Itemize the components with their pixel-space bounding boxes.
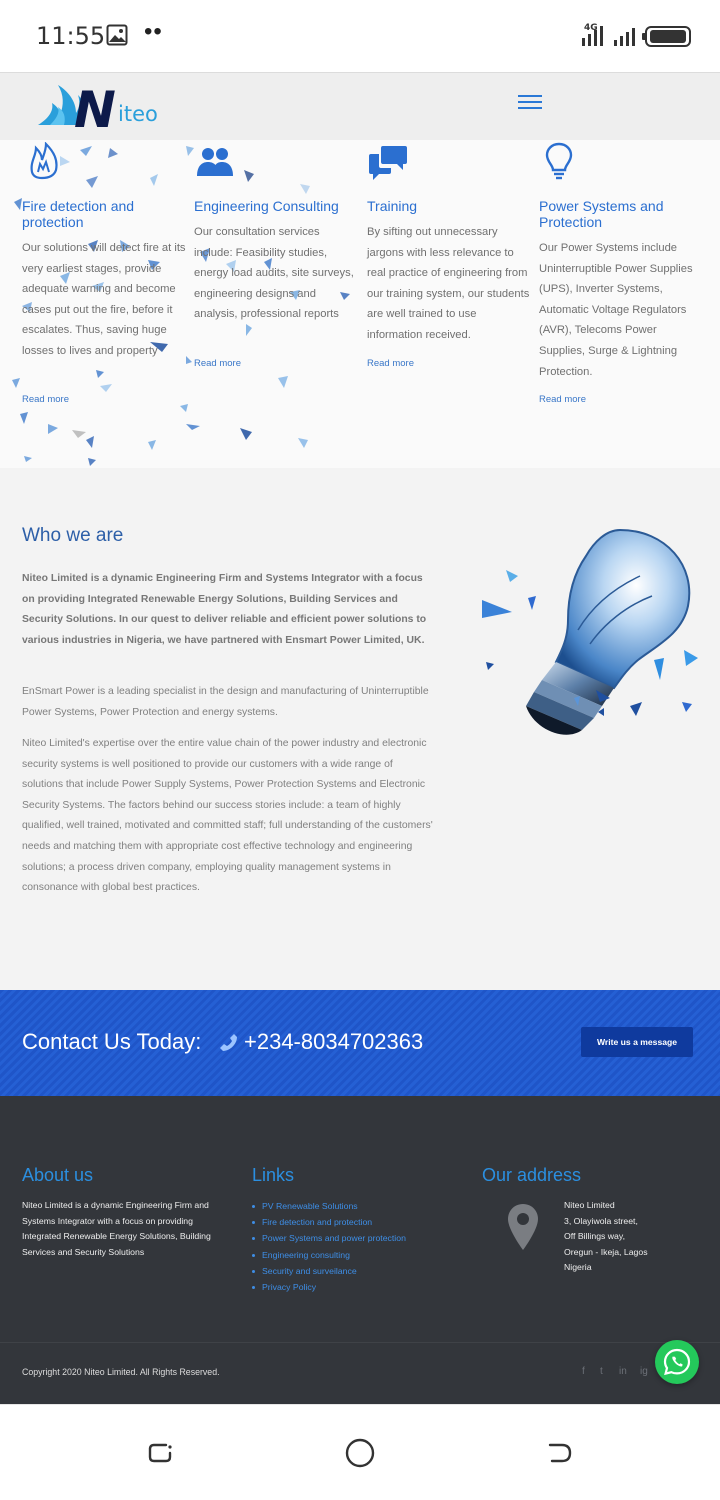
chat-bubbles-icon: [369, 146, 407, 180]
services-section: Fire detection and protection Our soluti…: [0, 140, 720, 468]
service-title: Engineering Consulting: [194, 198, 339, 214]
service-title: Training: [367, 198, 418, 214]
facebook-icon[interactable]: f: [582, 1366, 585, 1377]
footer-address: Niteo Limited 3, Olayiwola street, Off B…: [564, 1198, 694, 1276]
footer-link[interactable]: Privacy Policy: [252, 1279, 406, 1295]
address-line: Oregun - Ikeja, Lagos: [564, 1246, 648, 1257]
who-paragraph-3: Niteo Limited's expertise over the entir…: [22, 738, 433, 894]
write-message-button[interactable]: Write us a message: [581, 1027, 693, 1057]
footer-link[interactable]: Power Systems and power protection: [252, 1230, 406, 1246]
footer-link[interactable]: PV Renewable Solutions: [252, 1198, 406, 1214]
instagram-icon[interactable]: ig: [640, 1366, 648, 1377]
lightbulb-illustration: [482, 528, 698, 735]
contact-phone-link[interactable]: +234-8034702363: [244, 1029, 423, 1055]
hamburger-menu-icon[interactable]: [518, 95, 542, 115]
back-icon[interactable]: [544, 1437, 576, 1469]
read-more-link[interactable]: Read more: [22, 394, 69, 405]
address-line: Off Billings way,: [564, 1231, 625, 1242]
twitter-icon[interactable]: t: [600, 1366, 603, 1377]
service-text: Our solutions will detect fire at its ve…: [22, 242, 186, 357]
footer-links-list: PV Renewable Solutions Fire detection an…: [252, 1198, 406, 1295]
service-text: Our Power Systems include Uninterruptibl…: [539, 242, 693, 378]
footer-address-title: Our address: [482, 1165, 582, 1185]
service-text: By sifting out unnecessary jargons with …: [367, 226, 530, 341]
fire-icon: [30, 142, 58, 180]
read-more-link[interactable]: Read more: [194, 358, 241, 369]
service-title: Power Systems and Protection: [539, 198, 664, 230]
who-intro-bold: Niteo Limited is a dynamic Engineering F…: [22, 573, 427, 646]
footer-link[interactable]: Security and surveilance: [252, 1263, 406, 1279]
phone-icon: [220, 1034, 237, 1051]
address-line: Nigeria: [564, 1262, 592, 1273]
map-pin-icon: [508, 1204, 538, 1250]
android-nav-bar: [0, 1404, 720, 1500]
address-line: Niteo Limited: [564, 1200, 615, 1210]
footer-links-title: Links: [252, 1165, 295, 1185]
signal-battery-icon: 4G: [582, 23, 691, 47]
image-notification-icon: [106, 24, 128, 46]
users-icon: [197, 148, 233, 176]
section-title: Who we are: [22, 525, 124, 546]
read-more-link[interactable]: Read more: [367, 358, 414, 369]
footer-divider: [0, 1342, 720, 1343]
service-text: Our consultation services include: Feasi…: [194, 226, 354, 321]
footer-about-title: About us: [22, 1165, 94, 1185]
footer-link[interactable]: Fire detection and protection: [252, 1214, 406, 1230]
notification-dots: ••: [144, 18, 163, 45]
logo-letter: N: [74, 81, 116, 133]
who-paragraph-2: EnSmart Power is a leading specialist in…: [22, 686, 429, 718]
home-icon[interactable]: [344, 1437, 376, 1469]
contact-label: Contact Us Today:: [22, 1029, 202, 1054]
contact-band: Contact Us Today: +234-8034702363 Write …: [0, 990, 720, 1096]
recent-apps-icon[interactable]: [144, 1437, 176, 1469]
page: 11:55 •• 4G N iteo Fire detection and pr…: [0, 0, 720, 1500]
whatsapp-chat-button[interactable]: [655, 1340, 699, 1384]
address-line: 3, Olayiwola street,: [564, 1215, 638, 1226]
who-we-are-section: Who we are Niteo Limited is a dynamic En…: [0, 468, 720, 990]
lightbulb-icon: [545, 142, 573, 180]
copyright-text: Copyright 2020 Niteo Limited. All Rights…: [22, 1367, 220, 1377]
footer-about-text: Niteo Limited is a dynamic Engineering F…: [22, 1200, 211, 1257]
status-bar: 11:55 •• 4G: [0, 0, 720, 72]
footer-link[interactable]: Engineering consulting: [252, 1247, 406, 1263]
read-more-link[interactable]: Read more: [539, 394, 586, 405]
whatsapp-icon: [663, 1348, 691, 1376]
footer: About us Niteo Limited is a dynamic Engi…: [0, 1096, 720, 1404]
site-header: N iteo: [0, 72, 720, 140]
logo-text: iteo: [118, 102, 158, 126]
status-time: 11:55: [36, 22, 106, 50]
service-title: Fire detection and protection: [22, 198, 135, 230]
linkedin-icon[interactable]: in: [619, 1366, 627, 1377]
